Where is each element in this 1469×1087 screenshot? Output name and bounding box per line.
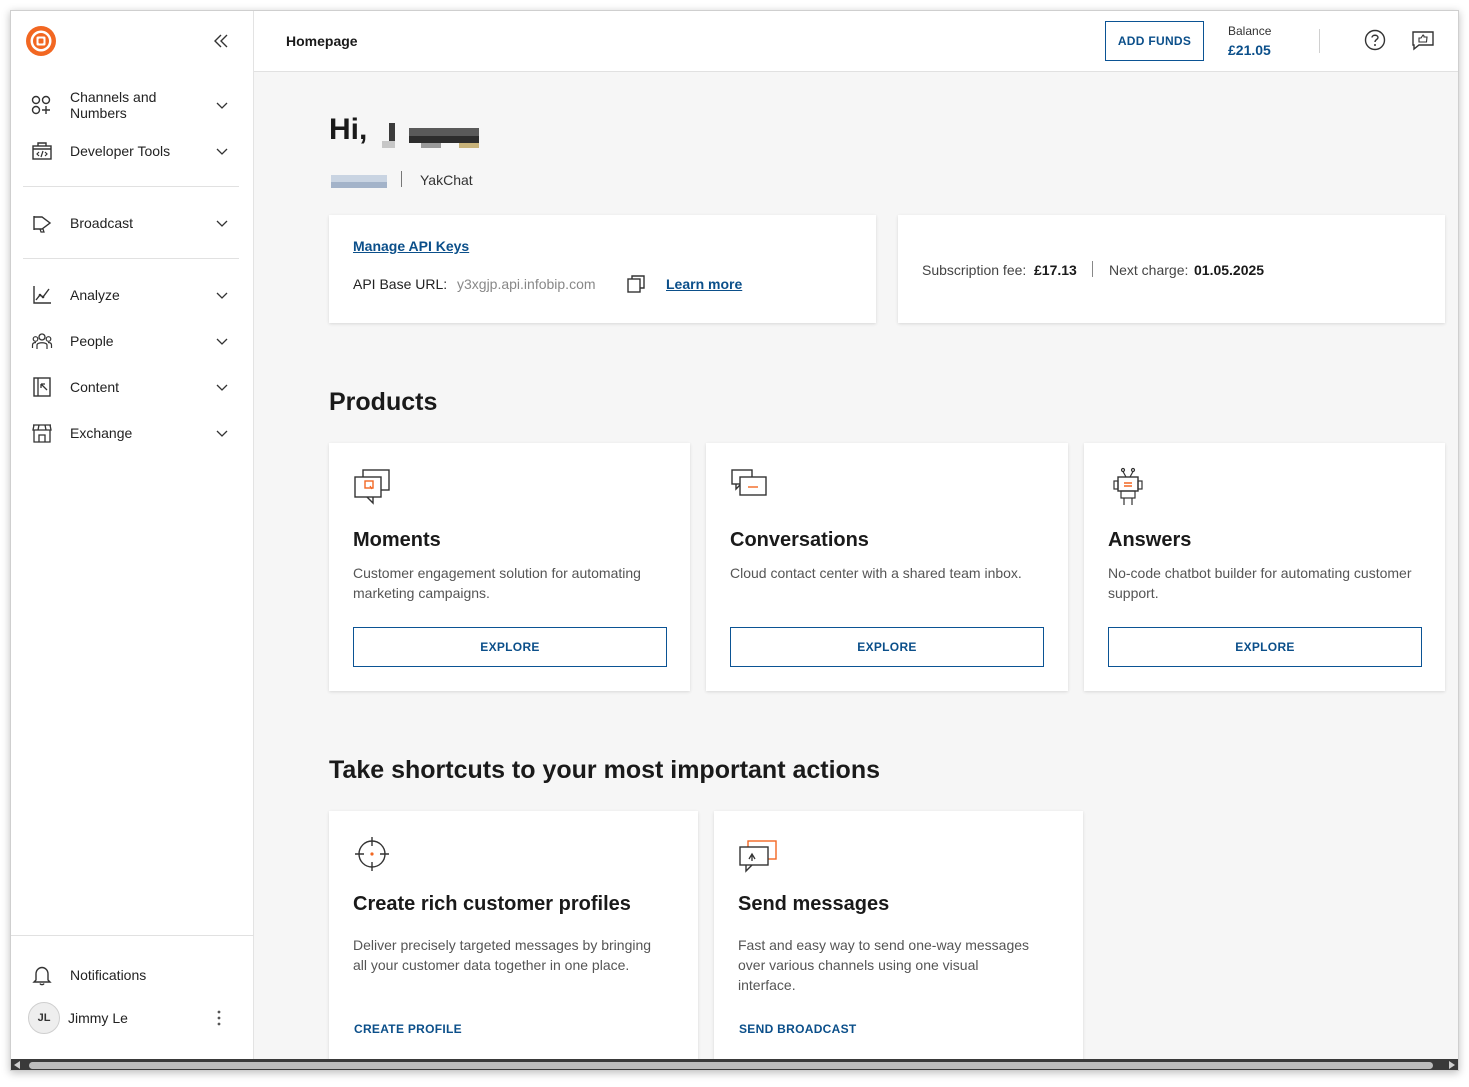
api-card: Manage API Keys API Base URL: y3xgjp.api… [329, 215, 876, 323]
conversations-icon [731, 469, 767, 496]
sidebar-item-label: Broadcast [70, 215, 134, 231]
sidebar-divider [23, 258, 239, 259]
billing-separator [1092, 261, 1093, 277]
code-icon [32, 142, 52, 160]
create-profile-link[interactable]: CREATE PROFILE [354, 1022, 462, 1036]
products-heading: Products [329, 388, 438, 416]
greeting-prefix: Hi, [329, 113, 368, 146]
product-title: Answers [1108, 529, 1192, 551]
product-description: No-code chatbot builder for automating c… [1108, 565, 1412, 601]
next-charge-label: Next charge: [1109, 262, 1189, 278]
billing-card: Subscription fee: £17.13 Next charge: 01… [898, 215, 1445, 323]
product-card-answers: Answers No-code chatbot builder for auto… [1084, 443, 1445, 691]
chevron-down-icon [216, 148, 228, 155]
avatar[interactable]: JL [28, 1002, 60, 1034]
add-funds-button[interactable]: ADD FUNDS [1105, 21, 1204, 61]
sidebar-item-broadcast[interactable]: Broadcast [11, 203, 254, 243]
balance-label: Balance [1228, 24, 1272, 38]
content-icon [33, 377, 51, 397]
infobip-logo[interactable] [25, 25, 57, 57]
channels-icon [31, 95, 51, 115]
sidebar-item-label: People [70, 333, 114, 349]
manage-api-keys-link[interactable]: Manage API Keys [353, 238, 469, 254]
chevron-down-icon [216, 102, 228, 109]
chart-icon [33, 286, 51, 304]
sidebar-item-channels[interactable]: Channels and Numbers [11, 85, 254, 125]
api-base-url-value: y3xgjp.api.infobip.com [457, 276, 596, 292]
scroll-right-arrow[interactable] [1449, 1061, 1455, 1069]
sidebar-item-exchange[interactable]: Exchange [11, 413, 254, 453]
question-circle-icon[interactable] [1364, 29, 1386, 51]
megaphone-icon [33, 216, 52, 233]
sidebar-item-label: Developer Tools [70, 143, 171, 159]
copy-icon[interactable] [626, 274, 646, 294]
shortcut-card-messages: Send messages Fast and easy way to send … [714, 811, 1083, 1070]
top-bar: Homepage ADD FUNDS Balance £21.05 [254, 11, 1458, 72]
horizontal-scrollbar[interactable] [11, 1059, 1458, 1070]
sidebar-item-label: Analyze [70, 287, 120, 303]
sidebar-item-notifications[interactable]: Notifications [11, 955, 254, 995]
sidebar-item-label: Content [70, 379, 120, 395]
balance-value: £21.05 [1228, 42, 1271, 58]
scroll-left-arrow[interactable] [14, 1061, 20, 1069]
product-description: Cloud contact center with a shared team … [730, 565, 1022, 581]
subscription-fee-value: £17.13 [1034, 262, 1077, 278]
people-icon [31, 333, 53, 349]
target-icon [355, 837, 389, 871]
api-base-url-label: API Base URL: [353, 276, 448, 292]
account-separator [401, 171, 402, 187]
sidebar-item-people[interactable]: People [11, 321, 254, 361]
explore-conversations-button[interactable]: EXPLORE [730, 627, 1044, 667]
shortcut-card-profiles: Create rich customer profiles Deliver pr… [329, 811, 698, 1070]
scrollbar-thumb[interactable] [29, 1062, 1433, 1069]
shortcuts-heading: Take shortcuts to your most important ac… [329, 756, 881, 784]
double-chevron-left-icon[interactable] [211, 31, 231, 51]
robot-icon [1113, 467, 1143, 505]
sidebar-bottom-divider [11, 935, 254, 936]
sidebar-item-analyze[interactable]: Analyze [11, 275, 254, 315]
product-card-moments: Moments Customer engagement solution for… [329, 443, 690, 691]
app-window: Channels and Numbers Developer Tools Bro… [10, 10, 1459, 1071]
sidebar-divider [23, 186, 239, 187]
shortcut-description: Fast and easy way to send one-way messag… [738, 937, 1030, 993]
user-name[interactable]: Jimmy Le [68, 1010, 128, 1026]
chevron-down-icon [216, 338, 228, 345]
notifications-label: Notifications [70, 967, 147, 983]
product-description: Customer engagement solution for automat… [353, 565, 641, 601]
shortcut-description: Deliver precisely targeted messages by b… [353, 937, 652, 973]
header-separator [1319, 29, 1320, 53]
explore-answers-button[interactable]: EXPLORE [1108, 627, 1422, 667]
send-message-icon [739, 840, 777, 873]
sidebar: Channels and Numbers Developer Tools Bro… [11, 11, 254, 1059]
chevron-down-icon [216, 292, 228, 299]
next-charge-value: 01.05.2025 [1194, 262, 1265, 278]
product-title: Moments [353, 529, 441, 551]
product-title: Conversations [730, 529, 869, 551]
shortcut-title: Create rich customer profiles [353, 893, 631, 915]
kebab-menu-icon[interactable] [211, 1009, 227, 1027]
chevron-down-icon [216, 220, 228, 227]
bell-icon [32, 966, 52, 986]
send-broadcast-link[interactable]: SEND BROADCAST [739, 1022, 857, 1036]
sidebar-item-label: Channels and Numbers [70, 89, 157, 121]
greeting-heading: Hi, [329, 113, 367, 147]
page-title: Homepage [286, 33, 358, 49]
chevron-down-icon [216, 384, 228, 391]
shortcut-title: Send messages [738, 893, 890, 915]
sidebar-item-label: Exchange [70, 425, 133, 441]
account-name: YakChat [420, 172, 473, 188]
feedback-icon[interactable] [1411, 29, 1435, 51]
sidebar-item-developer-tools[interactable]: Developer Tools [11, 131, 254, 171]
learn-more-link[interactable]: Learn more [666, 276, 742, 292]
explore-moments-button[interactable]: EXPLORE [353, 627, 667, 667]
sidebar-item-content[interactable]: Content [11, 367, 254, 407]
moments-icon [354, 469, 390, 505]
product-card-conversations: Conversations Cloud contact center with … [706, 443, 1068, 691]
subscription-fee-label: Subscription fee: [922, 262, 1027, 278]
store-icon [32, 424, 52, 443]
chevron-down-icon [216, 430, 228, 437]
